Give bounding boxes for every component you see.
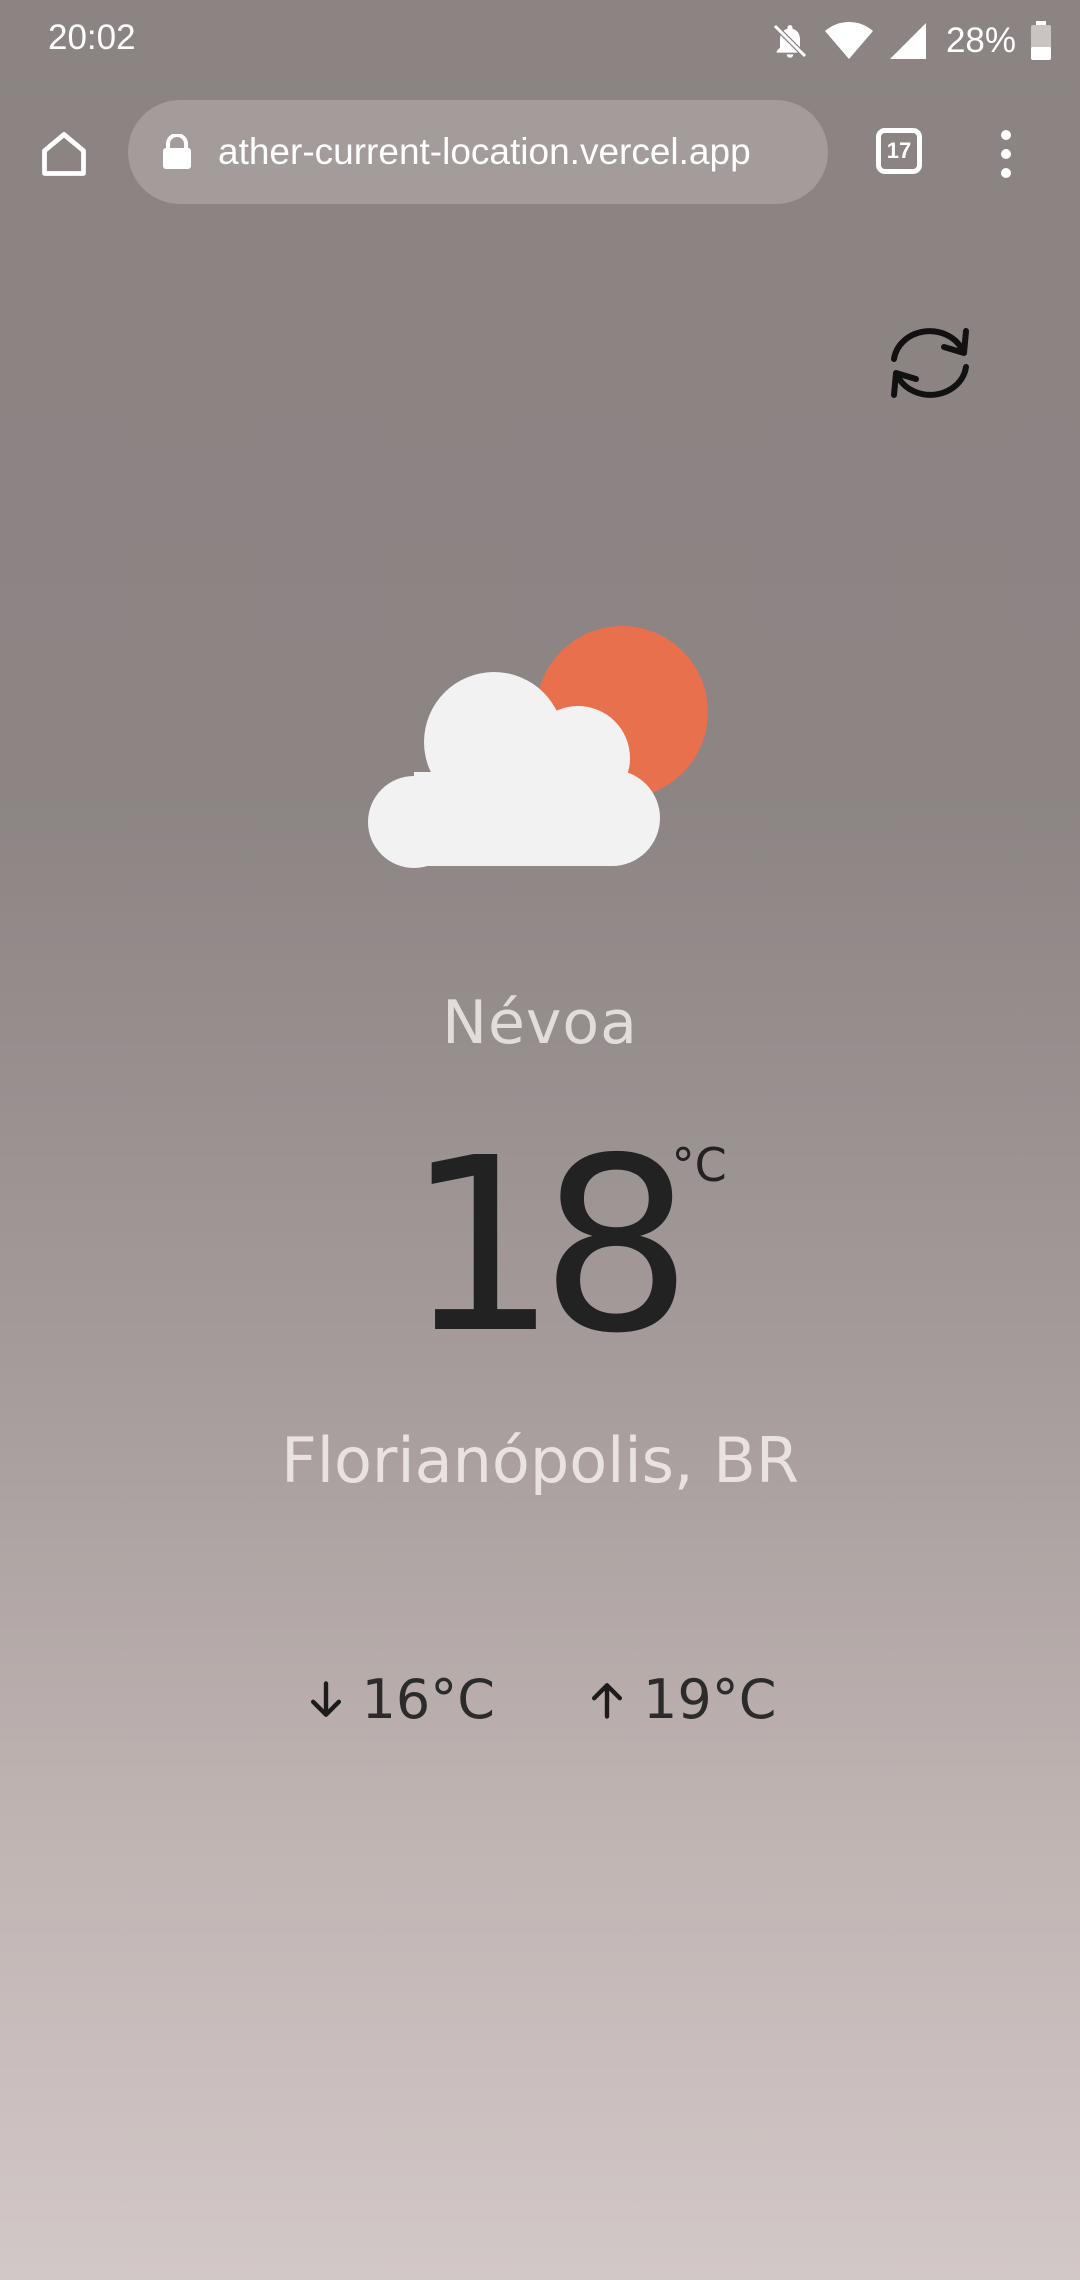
max-temperature: 19°C bbox=[585, 1668, 776, 1731]
more-vert-icon[interactable] bbox=[986, 120, 1026, 188]
arrow-up-icon bbox=[591, 1682, 623, 1719]
tabs-button[interactable]: 17 bbox=[876, 128, 922, 174]
location-name: Florianópolis, BR bbox=[281, 1424, 799, 1497]
weather-page: Névoa 18 °C Florianópolis, BR 16°C 19°C bbox=[0, 226, 1080, 2280]
temperature-unit: °C bbox=[671, 1138, 727, 1192]
lock-icon bbox=[163, 134, 191, 169]
status-icons: 28% bbox=[770, 14, 1052, 68]
screen: 20:02 28% ather-current-location.vercel.… bbox=[0, 0, 1080, 2280]
min-temperature: 16°C bbox=[304, 1668, 495, 1731]
notifications-off-icon bbox=[770, 21, 810, 61]
refresh-icon bbox=[891, 328, 969, 398]
min-temperature-value: 16°C bbox=[361, 1668, 495, 1731]
tab-count: 17 bbox=[886, 138, 912, 163]
weather-condition: Névoa bbox=[442, 988, 638, 1058]
url-bar[interactable]: ather-current-location.vercel.app bbox=[128, 100, 828, 204]
url-text[interactable]: ather-current-location.vercel.app bbox=[218, 100, 806, 204]
max-temperature-value: 19°C bbox=[643, 1668, 777, 1731]
current-temperature: 18 °C bbox=[405, 1106, 727, 1386]
home-icon bbox=[42, 132, 86, 176]
temperature-display: 18 °C bbox=[0, 1126, 1080, 1366]
partly-cloudy-icon bbox=[368, 626, 708, 868]
min-max-temperatures: 16°C 19°C bbox=[0, 1668, 1080, 1731]
status-time: 20:02 bbox=[48, 18, 136, 57]
home-button[interactable] bbox=[30, 120, 98, 188]
browser-toolbar: ather-current-location.vercel.app 17 bbox=[0, 84, 1080, 226]
wifi-icon bbox=[824, 21, 874, 61]
refresh-button[interactable] bbox=[880, 318, 980, 408]
arrow-down-icon bbox=[310, 1680, 341, 1717]
cell-signal-icon bbox=[888, 21, 928, 61]
status-bar: 20:02 28% bbox=[0, 0, 1080, 84]
battery-icon bbox=[1030, 21, 1052, 61]
battery-percent: 28% bbox=[945, 21, 1016, 60]
